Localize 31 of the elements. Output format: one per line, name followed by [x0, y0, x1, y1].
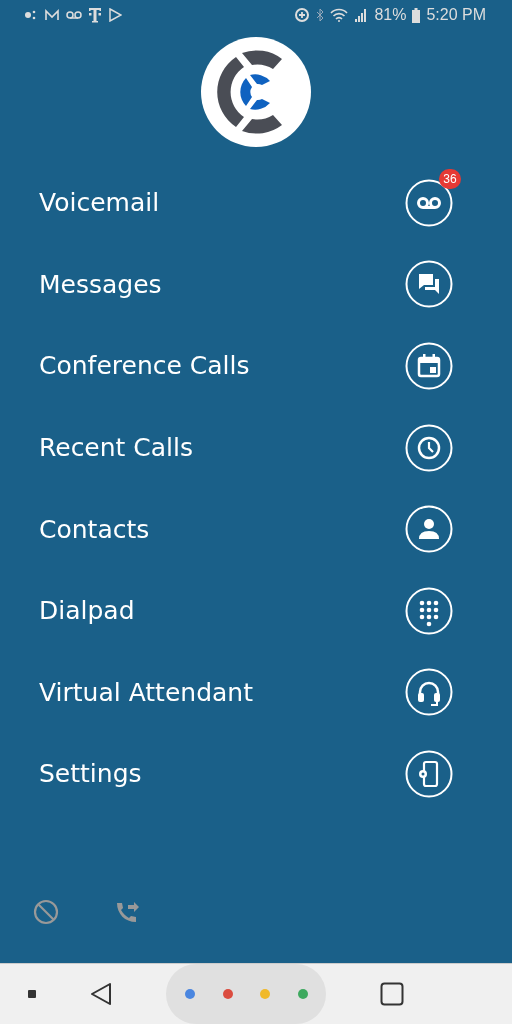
- unread-badge: 36: [439, 168, 461, 189]
- menu-item[interactable]: Virtual Attendant: [39, 677, 253, 707]
- clock-icon[interactable]: [405, 423, 453, 472]
- phone-gear-icon[interactable]: [405, 749, 453, 798]
- play-store-icon: [108, 8, 122, 22]
- signal-icon: [354, 8, 369, 22]
- menu-item[interactable]: Settings: [39, 759, 142, 789]
- status-time: 5:20 PM: [426, 6, 486, 24]
- assistant-icon: [24, 9, 38, 21]
- menu-item[interactable]: Contacts: [39, 514, 150, 544]
- wifi-icon: [330, 8, 349, 22]
- menu-item[interactable]: Voicemail: [39, 188, 160, 218]
- menu-item[interactable]: Messages: [39, 269, 162, 299]
- overview-icon[interactable]: [380, 982, 404, 1006]
- person-icon[interactable]: [405, 505, 453, 554]
- mail-icon: [44, 9, 60, 21]
- carrier-icon: [88, 7, 102, 23]
- battery-icon: [412, 7, 421, 23]
- sync-icon: [294, 7, 311, 23]
- back-icon[interactable]: [90, 982, 112, 1006]
- chat-bubbles-icon[interactable]: [405, 260, 453, 309]
- voicemail-icon: [66, 10, 82, 20]
- menu-item[interactable]: Dialpad: [39, 596, 135, 626]
- logo-icon: [200, 36, 312, 148]
- calendar-icon[interactable]: [405, 342, 453, 390]
- menu-item[interactable]: Conference Calls: [39, 351, 250, 381]
- menu-item[interactable]: Recent Calls: [39, 433, 194, 463]
- dialpad-icon[interactable]: [405, 586, 453, 635]
- battery-percent: 81%: [374, 6, 407, 24]
- headset-icon[interactable]: [405, 668, 453, 717]
- bluetooth-icon: [316, 8, 325, 22]
